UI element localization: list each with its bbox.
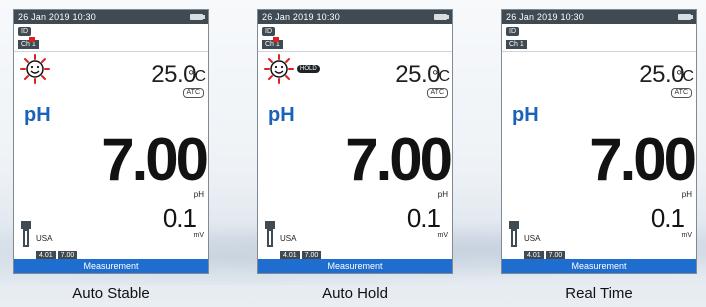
- mv-value: 0.1: [162, 203, 197, 233]
- hold-badge: HOLD: [297, 65, 320, 73]
- probe-icon: [265, 221, 275, 247]
- mode-label: pH: [268, 104, 295, 126]
- battery-icon: [678, 14, 693, 20]
- buffer-group: USA: [524, 234, 541, 243]
- caption-real-time: Real Time: [565, 285, 633, 302]
- temperature-unit: °C: [432, 68, 450, 85]
- probe-icon: [21, 221, 31, 247]
- datetime: 26 Jan 2019 10:30: [18, 12, 96, 22]
- buffer-group: USA: [36, 234, 53, 243]
- mv-unit: mV: [681, 232, 693, 239]
- caption-auto-stable: Auto Stable: [72, 285, 150, 302]
- id-tag: ID: [506, 27, 519, 36]
- reading-unit: pH: [193, 190, 204, 199]
- id-tag: ID: [262, 27, 275, 36]
- reading-unit: pH: [681, 190, 692, 199]
- divider: [258, 51, 452, 52]
- id-tag: ID: [18, 27, 31, 36]
- buffer-list: 4.01 7.00: [280, 244, 323, 260]
- battery-icon: [434, 14, 449, 20]
- reading-unit: pH: [437, 190, 448, 199]
- top-status-bar: 26 Jan 2019 10:30: [502, 10, 696, 24]
- channel-alert-marker: [273, 37, 279, 42]
- datetime: 26 Jan 2019 10:30: [262, 12, 340, 22]
- atc-badge: ATC: [426, 88, 448, 98]
- atc-badge: ATC: [670, 88, 692, 98]
- smiley-icon: [264, 54, 294, 84]
- mv-unit: mV: [437, 232, 449, 239]
- meter-screen-auto-hold: 26 Jan 2019 10:30 ID Ch 1 HOLD 25.0 °C A…: [257, 9, 453, 274]
- meter-screen-auto-stable: 26 Jan 2019 10:30 ID Ch 1 25.0 °C ATC pH…: [13, 9, 209, 274]
- divider: [14, 51, 208, 52]
- buffer-list: 4.01 7.00: [36, 244, 79, 260]
- probe-icon: [509, 221, 519, 247]
- temperature-unit: °C: [676, 68, 694, 85]
- channel-alert-marker: [29, 37, 35, 42]
- buffer-group: USA: [280, 234, 297, 243]
- mode-label: pH: [24, 104, 51, 126]
- datetime: 26 Jan 2019 10:30: [506, 12, 584, 22]
- mv-unit: mV: [193, 232, 205, 239]
- status-bar: Measurement: [14, 259, 208, 273]
- meter-screen-real-time: 26 Jan 2019 10:30 ID Ch 1 25.0 °C ATC pH…: [501, 9, 697, 274]
- smiley-icon: [20, 54, 50, 84]
- top-status-bar: 26 Jan 2019 10:30: [258, 10, 452, 24]
- divider: [502, 51, 696, 52]
- ph-reading: 7.00: [345, 126, 452, 193]
- channel-tag: Ch 1: [506, 40, 527, 49]
- mode-label: pH: [512, 104, 539, 126]
- status-bar: Measurement: [502, 259, 696, 273]
- mv-value: 0.1: [650, 203, 685, 233]
- atc-badge: ATC: [182, 88, 204, 98]
- ph-reading: 7.00: [101, 126, 208, 193]
- status-bar: Measurement: [258, 259, 452, 273]
- temperature-unit: °C: [188, 68, 206, 85]
- top-status-bar: 26 Jan 2019 10:30: [14, 10, 208, 24]
- mv-value: 0.1: [406, 203, 441, 233]
- caption-auto-hold: Auto Hold: [322, 285, 388, 302]
- buffer-list: 4.01 7.00: [524, 244, 567, 260]
- battery-icon: [190, 14, 205, 20]
- ph-reading: 7.00: [589, 126, 696, 193]
